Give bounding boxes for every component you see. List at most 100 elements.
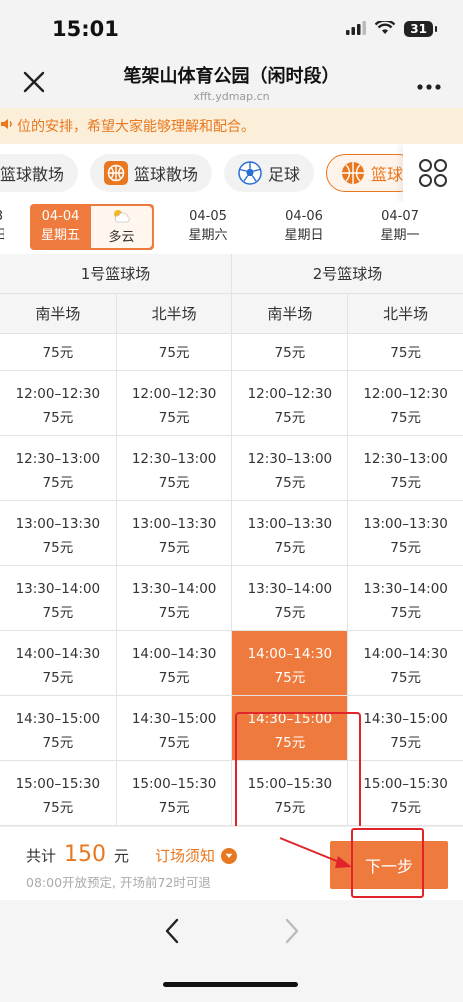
slot-cell[interactable]: 13:30–14:00 75元 (115, 566, 232, 630)
nav-title-group: 笔架山体育公园（闲时段） xfft.ydmap.cn (70, 62, 393, 103)
status-bar: 15:01 31 (0, 0, 463, 58)
page-title: 笔架山体育公园（闲时段） (123, 66, 340, 87)
sport-tab-soccer[interactable]: 足球 (224, 154, 315, 192)
slot-time: 13:30–14:00 (247, 581, 333, 597)
slot-price: 75元 (158, 475, 190, 491)
slot-cell[interactable]: 14:30–15:00 75元 (0, 696, 116, 760)
slot-cell-selected[interactable]: 14:00–14:30 75元 (231, 631, 348, 695)
back-arrow-icon[interactable] (160, 916, 184, 946)
date-item-active[interactable]: 04-04 星期五 多云 (30, 204, 154, 250)
weekday-label: 星期一 (380, 228, 420, 243)
slot-price: 75元 (158, 410, 190, 426)
slot-price: 75元 (390, 735, 421, 751)
slot-cell[interactable]: 13:30–14:00 75元 (347, 566, 463, 630)
slot-time: 15:00–15:30 (131, 776, 217, 792)
slot-price: 75元 (42, 345, 74, 361)
slot-time: 15:00–15:30 (15, 776, 101, 792)
slot-row: 12:30–13:00 75元 12:30–13:00 75元 12:30–13:00 7… (0, 436, 463, 501)
date-item[interactable]: 04-07 星期一 (352, 202, 448, 254)
sport-tab-label: 篮球散场 (0, 165, 65, 184)
slot-cell[interactable]: 15:00–15:30 75元 (0, 761, 116, 825)
slot-cell[interactable]: 13:00–13:30 75元 (0, 501, 116, 565)
slot-price: 75元 (390, 605, 421, 621)
slot-price: 75元 (390, 345, 421, 361)
slot-price: 75元 (390, 540, 421, 556)
slot-cell[interactable]: 11:30–12:00 75元 (347, 334, 463, 370)
slot-cell[interactable]: 14:00–14:30 75元 (347, 631, 463, 695)
slot-cell[interactable]: 13:30–14:00 75元 (231, 566, 348, 630)
weekday-label: 星期六 (188, 228, 228, 243)
slot-cell[interactable]: 15:00–15:30 75元 (231, 761, 348, 825)
slot-row: 15:00–15:30 75元 15:00–15:30 75元 15:00–15:30 7… (0, 761, 463, 826)
close-icon[interactable] (20, 68, 48, 96)
slot-cell[interactable]: 14:30–15:00 75元 (115, 696, 232, 760)
slot-time: 12:00–12:30 (247, 386, 333, 402)
sport-tab-basketball-free-1[interactable]: 篮球散场 (0, 154, 79, 192)
grid-menu-icon[interactable] (403, 144, 463, 202)
slot-price: 75元 (158, 735, 190, 751)
slot-cell[interactable]: 12:30–13:00 75元 (115, 436, 232, 500)
slot-time: 13:30–14:00 (131, 581, 217, 597)
slot-price: 75元 (42, 605, 74, 621)
sport-tab-label: 篮球散场 (134, 165, 199, 184)
slot-cell[interactable]: 11:30–12:00 75元 (115, 334, 232, 370)
slot-grid-viewport[interactable]: 11:30–12:00 75元 11:30–12:00 75元 11:30–12:00 7… (0, 334, 463, 826)
notice-banner: 位的安排，希望大家能够理解和配合。 (0, 108, 463, 144)
slot-cell[interactable]: 11:30–12:00 75元 (0, 334, 116, 370)
slot-time: 13:00–13:30 (247, 516, 333, 532)
battery-icon: 31 (404, 21, 437, 37)
slot-cell[interactable]: 11:30–12:00 75元 (231, 334, 348, 370)
slot-cell[interactable]: 14:30–15:00 75元 (347, 696, 463, 760)
slot-price: 75元 (274, 345, 306, 361)
slot-row: 12:00–12:30 75元 12:00–12:30 75元 12:00–12:30 7… (0, 371, 463, 436)
browser-toolbar (0, 900, 463, 1002)
slot-cell-selected[interactable]: 14:30–15:00 75元 (231, 696, 348, 760)
slot-cell[interactable]: 12:30–13:00 75元 (347, 436, 463, 500)
slot-cell[interactable]: 13:00–13:30 75元 (231, 501, 348, 565)
slot-cell[interactable]: 15:00–15:30 75元 (347, 761, 463, 825)
slot-time: 14:00–14:30 (363, 646, 448, 662)
sport-tab-basketball-free-2[interactable]: 篮球散场 (90, 154, 213, 192)
slot-price: 75元 (42, 800, 74, 816)
notice-text: 位的安排，希望大家能够理解和配合。 (17, 119, 255, 135)
slot-cell[interactable]: 13:00–13:30 75元 (115, 501, 232, 565)
slot-cell[interactable]: 13:00–13:30 75元 (347, 501, 463, 565)
slot-time: 14:30–15:00 (15, 711, 101, 727)
sport-tab-label: 足球 (268, 165, 301, 184)
slot-cell[interactable]: 12:00–12:30 75元 (115, 371, 232, 435)
booking-table: 1号篮球场 2号篮球场 南半场 北半场 南半场 北半场 11:30–12:00 7… (0, 254, 463, 826)
slot-cell[interactable]: 12:00–12:30 75元 (347, 371, 463, 435)
forward-arrow-icon[interactable] (280, 916, 304, 946)
date-item[interactable]: 04-05 星期六 (160, 202, 256, 254)
slot-cell[interactable]: 12:00–12:30 75元 (0, 371, 116, 435)
slot-cell[interactable]: 12:30–13:00 75元 (231, 436, 348, 500)
date-item-partial[interactable]: 3 日 (0, 202, 4, 254)
slot-cell[interactable]: 14:00–14:30 75元 (115, 631, 232, 695)
next-step-button[interactable]: 下一步 (330, 841, 448, 889)
date-selector: 3 日 04-04 星期五 多云 04-05 星期六 04-06 星期日 04-… (0, 202, 463, 254)
more-icon[interactable] (417, 72, 441, 97)
slot-cell[interactable]: 14:00–14:30 75元 (0, 631, 116, 695)
checkout-bar: 共计 150 元 订场须知 08:00开放预定, 开场前72时可退 下一步 (0, 826, 463, 900)
cloudy-icon (91, 209, 152, 228)
slot-time: 12:30–13:00 (247, 451, 333, 467)
slot-time: 15:00–15:30 (247, 776, 333, 792)
slot-cell[interactable]: 12:00–12:30 75元 (231, 371, 348, 435)
slot-grid: 11:30–12:00 75元 11:30–12:00 75元 11:30–12:00 7… (0, 334, 463, 826)
date-label: 04-05 (189, 209, 227, 224)
court-header: 1号篮球场 (80, 265, 151, 283)
slot-cell[interactable]: 13:30–14:00 75元 (0, 566, 116, 630)
slot-cell[interactable]: 15:00–15:30 75元 (115, 761, 232, 825)
weekday-label: 星期日 (284, 228, 324, 243)
weekday-label: 星期五 (40, 228, 80, 243)
slot-row: 14:00–14:30 75元 14:00–14:30 75元 14:00–14:30 7… (0, 631, 463, 696)
slot-time: 11:30–12:00 (0, 334, 116, 341)
slot-time: 14:00–14:30 (15, 646, 101, 662)
date-item[interactable]: 04-06 星期日 (256, 202, 352, 254)
slot-time: 14:30–15:00 (247, 711, 333, 727)
booking-notice-link[interactable]: 订场须知 (155, 845, 238, 866)
slot-time: 13:00–13:30 (15, 516, 101, 532)
slot-price: 75元 (42, 475, 74, 491)
slot-cell[interactable]: 12:30–13:00 75元 (0, 436, 116, 500)
soccer-ball-icon (238, 161, 262, 185)
